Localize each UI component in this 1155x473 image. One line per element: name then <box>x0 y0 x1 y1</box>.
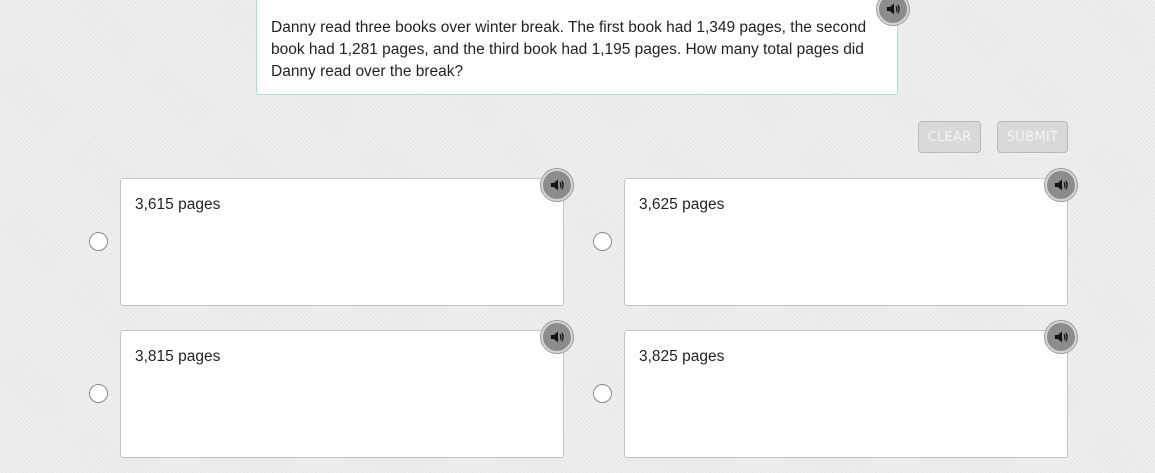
speaker-icon <box>549 329 565 345</box>
option-c-radio[interactable] <box>89 384 108 403</box>
option-d-radio[interactable] <box>593 384 612 403</box>
option-b-radio[interactable] <box>593 232 612 251</box>
question-text: Danny read three books over winter break… <box>271 19 867 80</box>
option-a-radio[interactable] <box>89 232 108 251</box>
speaker-icon <box>1053 177 1069 193</box>
option-a-audio-button[interactable] <box>541 169 573 201</box>
option-d-card[interactable]: 3,825 pages <box>624 330 1068 458</box>
option-a-card[interactable]: 3,615 pages <box>120 178 564 306</box>
option-d-text: 3,825 pages <box>639 348 725 365</box>
option-b-card[interactable]: 3,625 pages <box>624 178 1068 306</box>
speaker-icon <box>549 177 565 193</box>
question-audio-button[interactable] <box>877 0 909 25</box>
option-b-text: 3,625 pages <box>639 196 725 213</box>
option-a-text: 3,615 pages <box>135 196 221 213</box>
speaker-icon <box>885 1 901 17</box>
clear-button[interactable]: CLEAR <box>918 121 981 153</box>
option-d-audio-button[interactable] <box>1045 321 1077 353</box>
submit-button[interactable]: SUBMIT <box>997 121 1068 153</box>
option-c-text: 3,815 pages <box>135 348 221 365</box>
question-box: Danny read three books over winter break… <box>256 0 898 95</box>
option-b-audio-button[interactable] <box>1045 169 1077 201</box>
option-c-audio-button[interactable] <box>541 321 573 353</box>
speaker-icon <box>1053 329 1069 345</box>
option-c-card[interactable]: 3,815 pages <box>120 330 564 458</box>
